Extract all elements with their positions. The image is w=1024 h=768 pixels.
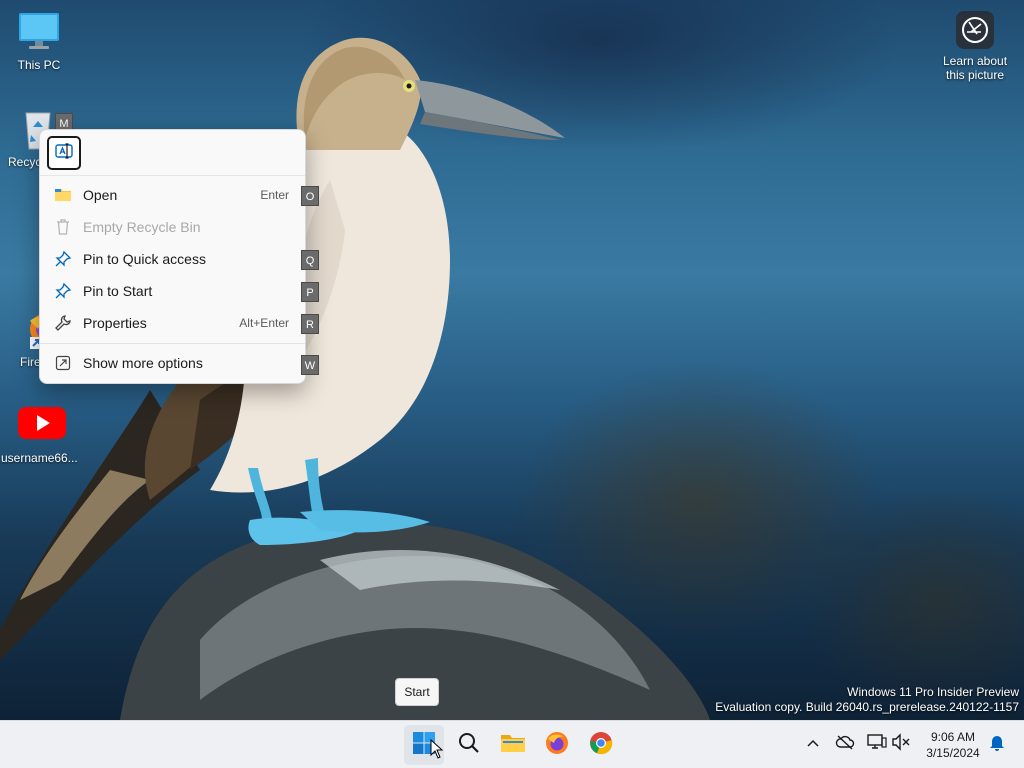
menu-item-label: Pin to Start (83, 283, 153, 299)
desktop-icon-label: This PC (17, 58, 61, 72)
menu-item-label: Properties (83, 315, 147, 331)
pin-icon (54, 250, 72, 268)
build-watermark: Windows 11 Pro Insider Preview Evaluatio… (715, 685, 1019, 715)
watermark-line2: Evaluation copy. Build 26040.rs_prerelea… (715, 700, 1019, 714)
desktop-icon-this-pc[interactable]: This PC (1, 10, 77, 72)
menu-item-shortcut: Enter (260, 188, 289, 202)
rename-button[interactable] (47, 136, 81, 170)
context-menu-toolbar (40, 130, 305, 176)
menu-item-label: Pin to Quick access (83, 251, 206, 267)
access-key-badge: R (301, 314, 319, 334)
bell-icon (989, 733, 1005, 756)
taskbar-firefox-button[interactable] (537, 725, 577, 765)
pin-icon (54, 282, 72, 300)
volume-muted-icon (891, 732, 911, 756)
access-key-badge: W (301, 355, 319, 375)
taskbar-search-button[interactable] (449, 725, 489, 765)
access-key-badge: Q (301, 250, 319, 270)
search-icon (457, 731, 481, 760)
trash-icon (54, 218, 72, 236)
cloud-off-icon (835, 734, 855, 755)
clock[interactable]: 9:06 AM 3/15/2024 (920, 729, 986, 761)
chevron-up-icon (806, 735, 820, 753)
learn-about-line1: Learn about (942, 54, 1008, 68)
desktop-icon-youtube[interactable]: username66... (1, 403, 78, 465)
menu-item-shortcut: Alt+Enter (239, 316, 289, 330)
clock-date: 3/15/2024 (926, 746, 980, 760)
folder-icon (54, 186, 72, 204)
notification-center-button[interactable] (986, 733, 1008, 755)
watermark-line1: Windows 11 Pro Insider Preview (847, 685, 1019, 699)
menu-item-label: Empty Recycle Bin (83, 219, 201, 235)
learn-about-line2: this picture (945, 68, 1005, 82)
volume-button[interactable] (890, 732, 912, 756)
monitor-icon (17, 10, 61, 54)
taskbar-chrome-button[interactable] (581, 725, 621, 765)
taskbar: 9:06 AM 3/15/2024 (0, 720, 1024, 768)
menu-item-pin-start[interactable]: Pin to Start (40, 275, 305, 307)
mouse-cursor (430, 738, 444, 764)
access-key-badge: P (301, 282, 319, 302)
menu-item-show-more-options[interactable]: Show more options (40, 347, 305, 379)
menu-item-pin-quick-access[interactable]: Pin to Quick access (40, 243, 305, 275)
learn-about-picture[interactable]: Learn about this picture (936, 10, 1014, 82)
firefox-icon (545, 731, 569, 760)
clock-time: 9:06 AM (930, 730, 976, 744)
wrench-icon (54, 314, 72, 332)
menu-item-properties[interactable]: Properties Alt+Enter (40, 307, 305, 339)
access-key-badge: O (301, 186, 319, 206)
menu-separator (40, 343, 305, 344)
chrome-icon (589, 731, 613, 760)
desktop-icon-label: username66... (1, 451, 78, 465)
expand-icon (54, 354, 72, 372)
camera-lens-icon (955, 10, 995, 50)
display-icon (867, 733, 887, 756)
onedrive-button[interactable] (834, 733, 856, 755)
menu-item-empty-recycle-bin: Empty Recycle Bin (40, 211, 305, 243)
menu-item-open[interactable]: Open Enter (40, 179, 305, 211)
network-button[interactable] (866, 733, 888, 755)
start-tooltip: Start (395, 678, 439, 706)
folder-icon (500, 732, 526, 759)
menu-item-label: Open (83, 187, 118, 203)
youtube-icon (17, 403, 66, 447)
rename-icon (54, 141, 74, 166)
show-hidden-icons-button[interactable] (802, 733, 824, 755)
taskbar-file-explorer-button[interactable] (493, 725, 533, 765)
menu-item-label: Show more options (83, 355, 203, 371)
context-menu: Open Enter Empty Recycle Bin Pin to Quic… (39, 129, 306, 384)
